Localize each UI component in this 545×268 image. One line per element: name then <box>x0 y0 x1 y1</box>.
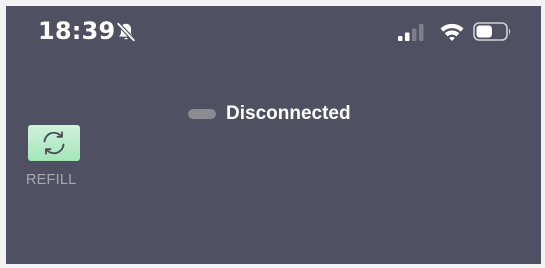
cellular-signal-icon <box>398 24 424 41</box>
refresh-icon <box>43 131 65 155</box>
connection-status-text: Disconnected <box>226 103 351 124</box>
wifi-icon <box>440 23 464 41</box>
app-screen: 18:39 Disconnected REFILL <box>6 6 541 264</box>
status-time: 18:39 <box>38 17 116 45</box>
refill-button[interactable] <box>28 125 80 161</box>
refill-label: REFILL <box>26 172 77 188</box>
connection-status: Disconnected <box>188 103 351 125</box>
connection-indicator <box>188 109 216 119</box>
battery-icon <box>473 22 511 41</box>
bell-slash-icon <box>116 21 136 43</box>
status-bar: 18:39 <box>6 6 541 56</box>
